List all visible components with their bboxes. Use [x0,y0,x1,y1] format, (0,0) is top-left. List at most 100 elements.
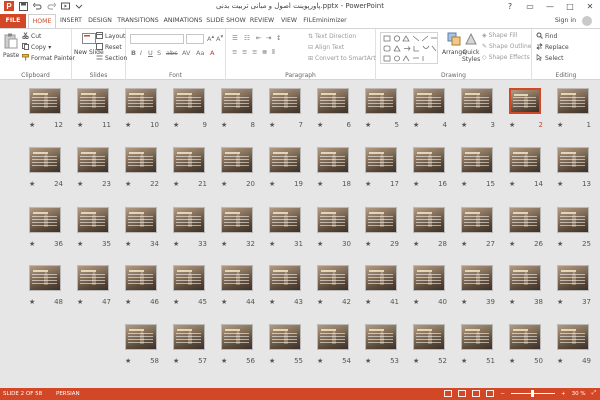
shape-outline-button[interactable]: ✎ Shape Outline [482,43,531,50]
slide-thumbnail[interactable] [509,324,541,350]
slide-thumbnail[interactable] [365,324,397,350]
text-direction-button[interactable]: ⇅ Text Direction [308,33,356,40]
zoom-level[interactable]: 30 % [572,391,586,397]
slide-thumbnail[interactable] [365,265,397,291]
slide-thumbnail[interactable] [269,207,301,233]
copy-button[interactable]: Copy ▾ [22,43,51,52]
replace-button[interactable]: Replace [536,43,569,52]
tab-design[interactable]: DESIGN [86,14,114,28]
slide-thumbnail[interactable] [365,88,397,114]
cut-button[interactable]: Cut [22,32,41,41]
slide-thumbnail[interactable] [125,88,157,114]
slide-thumbnail[interactable] [317,88,349,114]
slide-thumbnail[interactable] [461,88,493,114]
slide-thumbnail[interactable] [269,147,301,173]
convert-smartart-button[interactable]: ⊞ Convert to SmartArt [308,55,376,62]
justify-icon[interactable]: ≣ [262,48,267,56]
slide-thumbnail[interactable] [365,207,397,233]
slide-thumbnail[interactable] [29,147,61,173]
format-painter-button[interactable]: Format Painter [22,54,75,63]
font-family-input[interactable] [130,34,184,44]
layout-button[interactable]: Layout [96,32,125,41]
slide-thumbnail[interactable] [365,147,397,173]
align-text-button[interactable]: ⊟ Align Text [308,44,344,51]
slide-thumbnail[interactable] [77,88,109,114]
reset-button[interactable]: Reset [96,43,122,52]
fit-slide-icon[interactable]: ⤢ [592,390,596,397]
slide-thumbnail[interactable] [557,147,589,173]
slide-thumbnail[interactable] [173,147,205,173]
numbering-icon[interactable]: ☷ [244,34,250,42]
slide-thumbnail[interactable] [461,265,493,291]
slide-thumbnail[interactable] [509,88,541,114]
section-button[interactable]: Section [96,54,127,63]
slide-thumbnail[interactable] [461,324,493,350]
align-right-icon[interactable]: ≡ [252,48,257,56]
minimize-button[interactable]: — [540,0,560,13]
slide-show-view-icon[interactable] [486,390,495,397]
slide-thumbnail[interactable] [173,88,205,114]
slide-thumbnail[interactable] [413,207,445,233]
slide-thumbnail[interactable] [413,88,445,114]
slide-thumbnail[interactable] [125,147,157,173]
slide-thumbnail[interactable] [317,207,349,233]
quick-styles-button[interactable]: Quick Styles [462,32,480,63]
font-color-icon[interactable]: A [210,49,214,57]
slide-thumbnail[interactable] [461,147,493,173]
change-case-icon[interactable]: Aa [196,49,204,57]
close-button[interactable]: ✕ [580,0,600,13]
slide-thumbnail[interactable] [269,324,301,350]
bullets-icon[interactable]: ☰ [232,34,238,42]
line-spacing-icon[interactable]: ↕ [276,34,281,42]
slide-thumbnail[interactable] [557,324,589,350]
slide-thumbnail[interactable] [77,147,109,173]
columns-icon[interactable]: ⫴ [272,48,275,57]
slide-thumbnail[interactable] [413,265,445,291]
slide-thumbnail[interactable] [173,265,205,291]
grow-font-icon[interactable]: A▴ [207,34,214,43]
increase-indent-icon[interactable]: ⇥ [266,34,271,42]
slide-thumbnail[interactable] [29,265,61,291]
slide-thumbnail[interactable] [557,88,589,114]
zoom-in-icon[interactable]: + [561,391,566,397]
paste-button[interactable]: Paste [3,33,19,59]
find-button[interactable]: Find [536,32,557,41]
reading-view-icon[interactable] [472,390,481,397]
tab-review[interactable]: REVIEW [248,14,276,28]
tab-slide-show[interactable]: SLIDE SHOW [206,14,246,28]
underline-icon[interactable]: U [148,49,153,57]
slide-thumbnail[interactable] [221,147,253,173]
slide-thumbnail[interactable] [221,265,253,291]
slide-thumbnail[interactable] [221,207,253,233]
tab-transitions[interactable]: TRANSITIONS [116,14,160,28]
slide-thumbnail[interactable] [29,88,61,114]
slide-thumbnail[interactable] [125,265,157,291]
normal-view-icon[interactable] [444,390,453,397]
help-button[interactable]: ? [500,0,520,13]
slide-thumbnail[interactable] [557,265,589,291]
zoom-out-icon[interactable]: − [500,391,505,397]
slide-thumbnail[interactable] [413,147,445,173]
slide-thumbnail[interactable] [173,207,205,233]
strikethrough-icon[interactable]: abc [166,49,178,57]
tab-view[interactable]: VIEW [278,14,300,28]
slide-thumbnail[interactable] [125,324,157,350]
maximize-button[interactable]: □ [560,0,580,13]
slide-thumbnail[interactable] [173,324,205,350]
slide-thumbnail[interactable] [221,324,253,350]
slide-thumbnail[interactable] [125,207,157,233]
tab-file[interactable]: FILE [0,14,26,28]
slide-thumbnail[interactable] [413,324,445,350]
slide-thumbnail[interactable] [509,207,541,233]
shape-effects-button[interactable]: ◇ Shape Effects [482,54,530,61]
slide-thumbnail[interactable] [221,88,253,114]
ribbon-display-button[interactable]: ▭ [520,0,540,13]
align-left-icon[interactable]: ≡ [232,48,237,56]
slide-thumbnail[interactable] [269,265,301,291]
zoom-slider-thumb[interactable] [531,390,534,397]
avatar[interactable] [582,16,592,26]
shadow-icon[interactable]: S [157,49,161,57]
slide-thumbnail[interactable] [509,265,541,291]
slide-thumbnail[interactable] [269,88,301,114]
slide-thumbnail[interactable] [317,265,349,291]
